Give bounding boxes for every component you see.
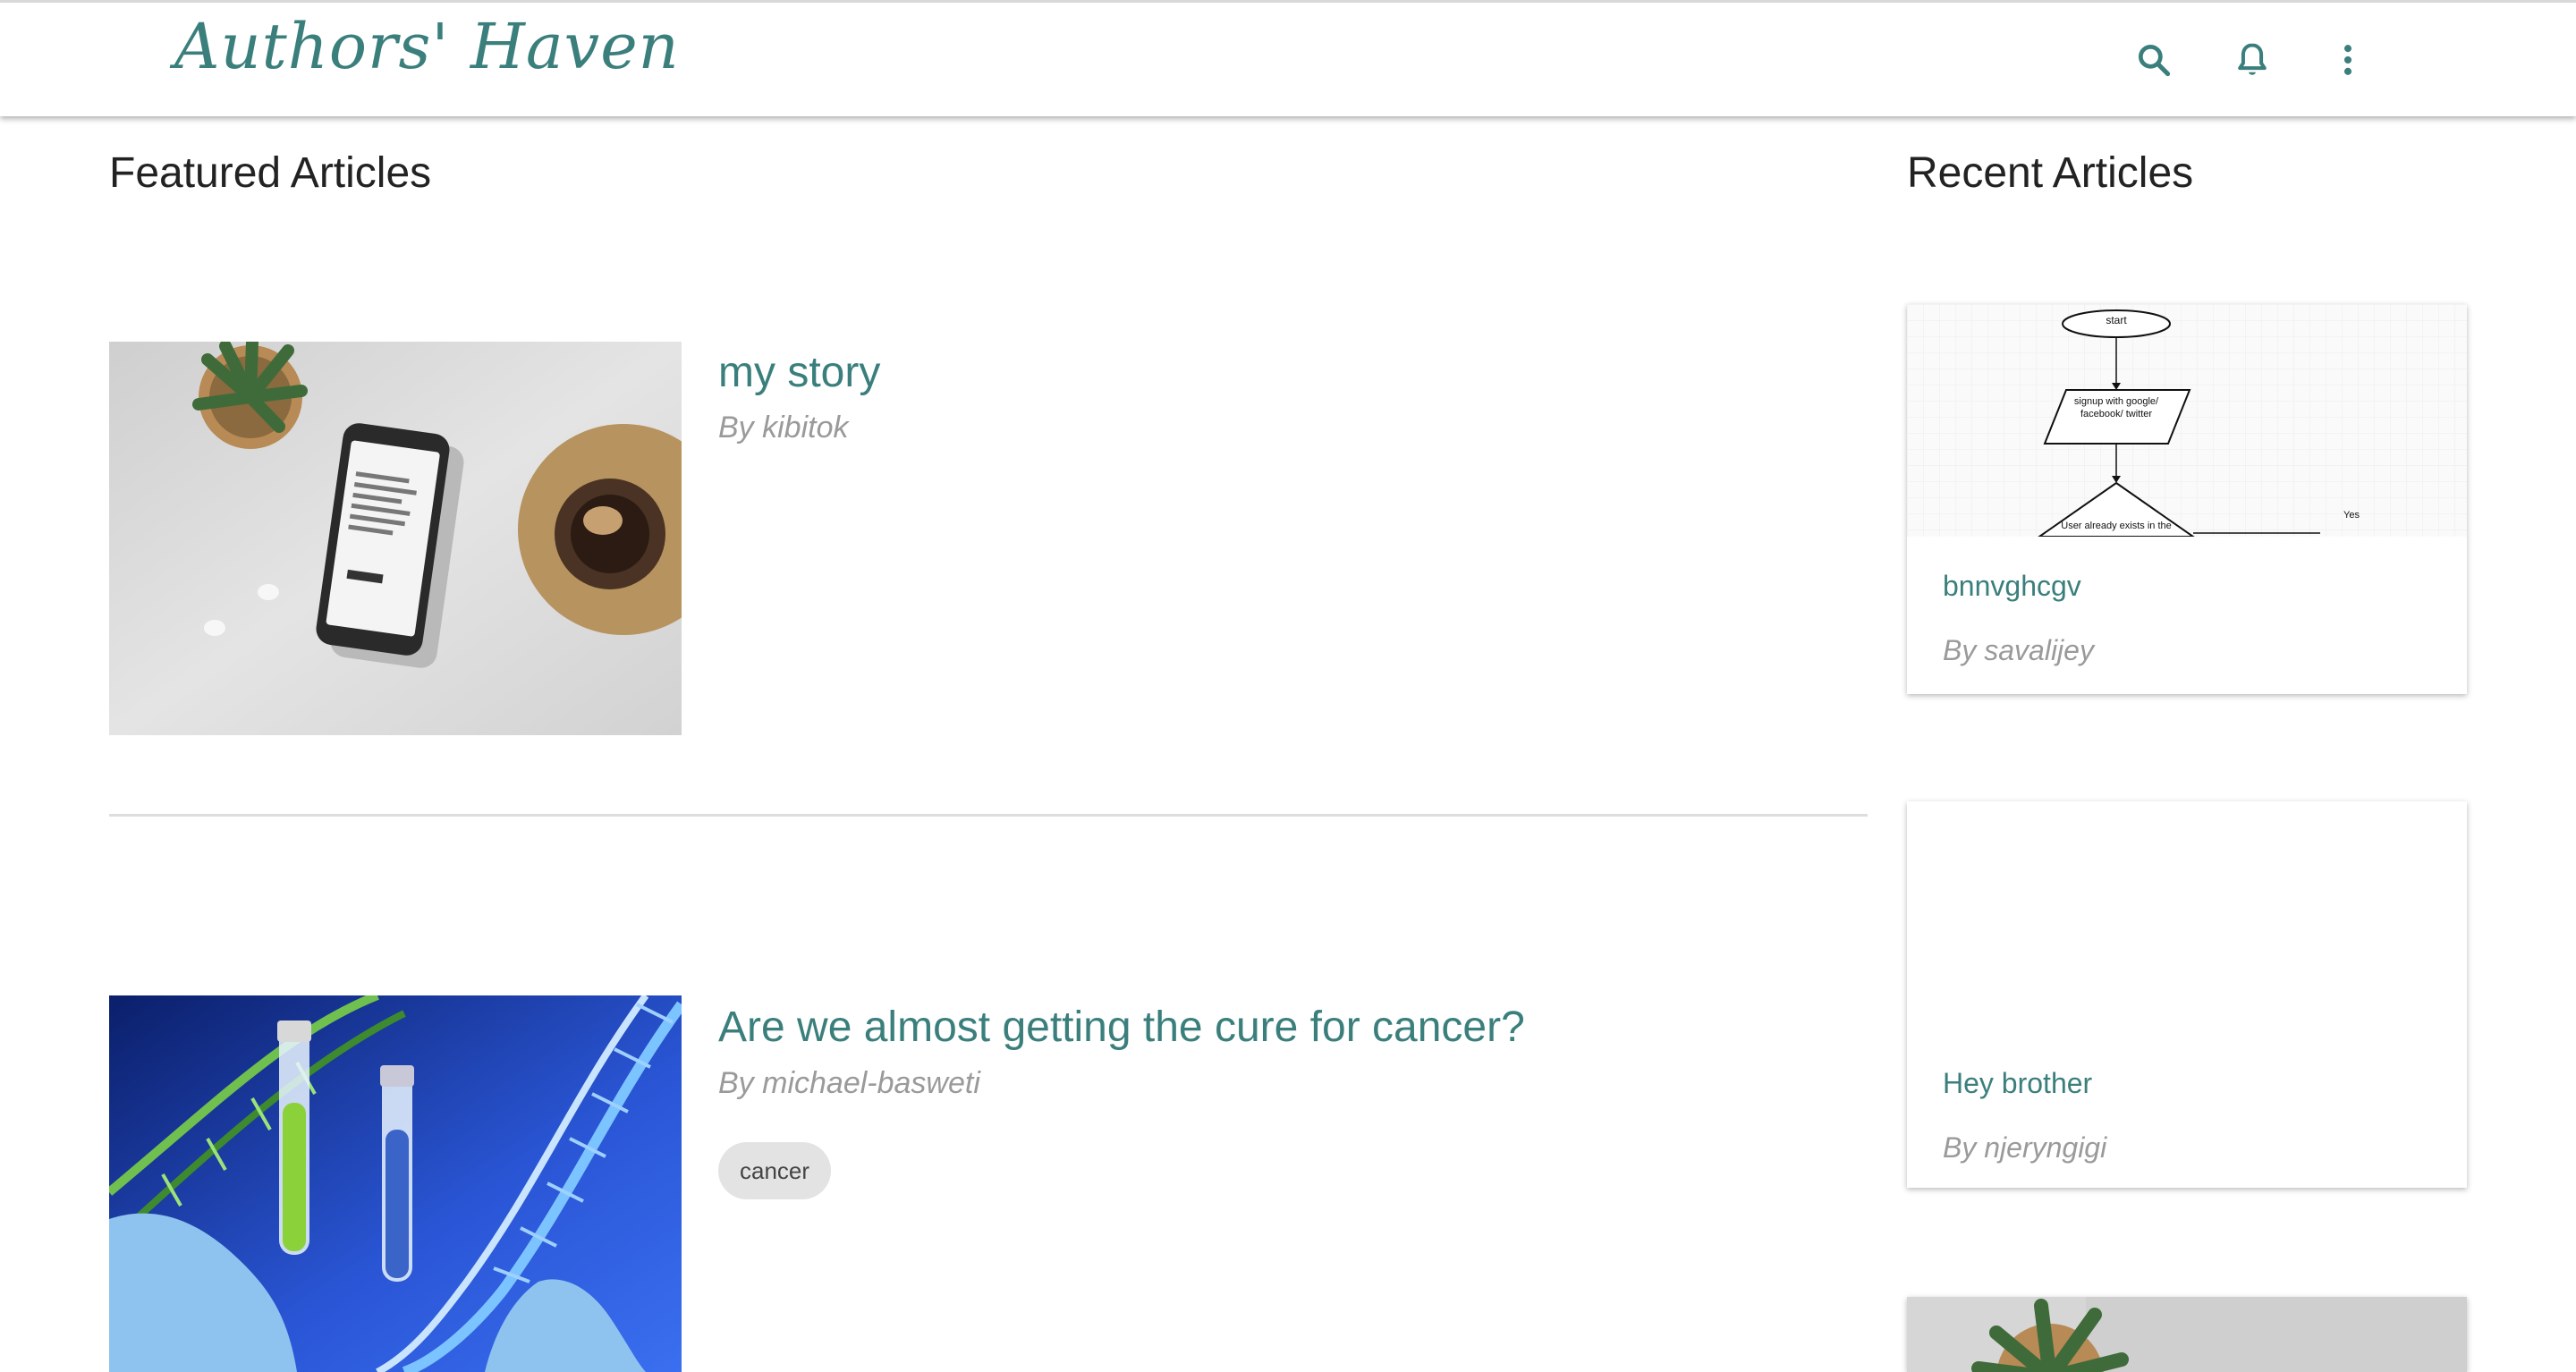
- recent-article-card[interactable]: Hey brother By njeryngigi: [1907, 801, 2467, 1188]
- featured-article-title[interactable]: my story: [718, 348, 880, 397]
- top-app-bar: Authors' Haven: [0, 0, 2576, 116]
- dna-test-tubes-photo: [109, 995, 682, 1372]
- recent-article-author[interactable]: By savalijey: [1943, 634, 2094, 667]
- flowchart-start-label: start: [2106, 314, 2127, 326]
- featured-article-author[interactable]: By michael-basweti: [718, 1066, 980, 1101]
- article-divider: [109, 814, 1868, 817]
- recent-article-card[interactable]: start signup with google/ facebook/ twit…: [1907, 304, 2467, 694]
- featured-article-image[interactable]: [109, 995, 682, 1372]
- plant-photo-thumbnail: [1907, 1297, 2467, 1372]
- search-button[interactable]: [2129, 35, 2179, 85]
- more-vert-icon: [2343, 45, 2352, 75]
- recent-article-title[interactable]: Hey brother: [1943, 1067, 2092, 1100]
- recent-article-title[interactable]: bnnvghcgv: [1943, 570, 2081, 603]
- flowchart-thumbnail: start signup with google/ facebook/ twit…: [1907, 304, 2467, 537]
- site-logo[interactable]: Authors' Haven: [174, 10, 680, 83]
- flowchart-step-label: signup with google/ facebook/ twitter: [2073, 396, 2159, 419]
- more-options-button[interactable]: [2323, 35, 2373, 85]
- phone-desk-photo: [109, 342, 682, 735]
- featured-article-author[interactable]: By kibitok: [718, 411, 849, 445]
- flowchart-yes-label: Yes: [2343, 510, 2360, 521]
- empty-thumbnail: [1907, 801, 2467, 1034]
- bell-icon: [2238, 43, 2267, 75]
- featured-articles-heading: Featured Articles: [109, 149, 432, 197]
- featured-article-image[interactable]: [109, 342, 682, 735]
- recent-article-card[interactable]: [1907, 1297, 2467, 1372]
- article-tag[interactable]: cancer: [718, 1142, 832, 1199]
- featured-article-title[interactable]: Are we almost getting the cure for cance…: [718, 1003, 1525, 1052]
- search-icon: [2138, 44, 2171, 77]
- recent-article-author[interactable]: By njeryngigi: [1943, 1131, 2106, 1165]
- flowchart-decision-label: User already exists in the: [2061, 521, 2172, 531]
- recent-articles-heading: Recent Articles: [1907, 149, 2194, 197]
- notifications-button[interactable]: [2227, 35, 2277, 85]
